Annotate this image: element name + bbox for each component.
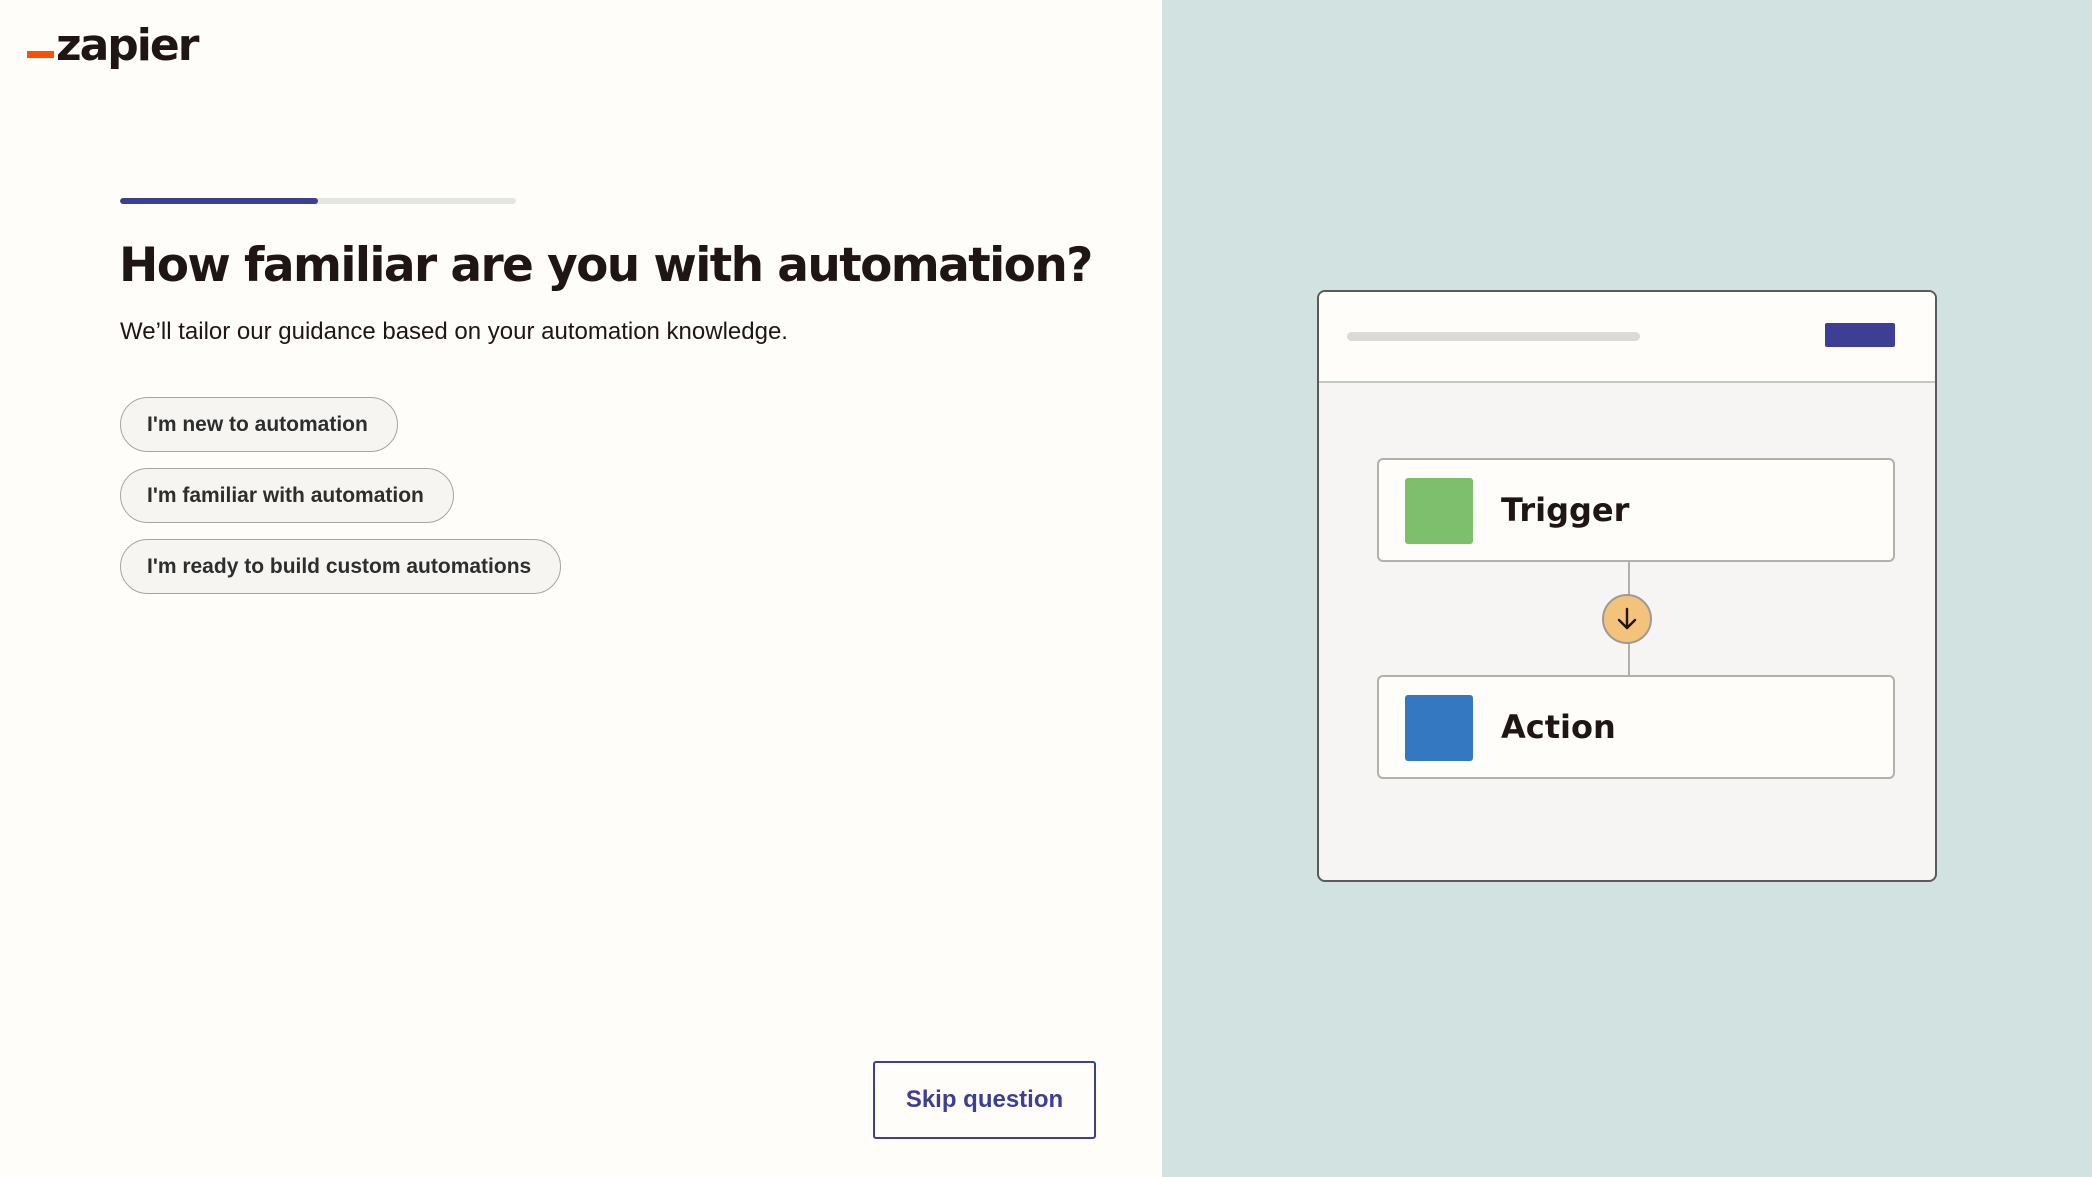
- option-new-to-automation[interactable]: I'm new to automation: [120, 397, 398, 452]
- trigger-app-icon: [1405, 478, 1473, 544]
- trigger-label: Trigger: [1501, 491, 1630, 529]
- logo-underscore: [27, 51, 54, 58]
- logo-text: zapier: [56, 20, 199, 71]
- progress-bar: [120, 198, 516, 204]
- workflow-illustration-card: Trigger Action: [1317, 290, 1937, 882]
- action-step: Action: [1377, 675, 1895, 779]
- page-subtitle: We’ll tailor our guidance based on your …: [120, 318, 788, 345]
- arrow-down-icon: [1602, 594, 1652, 644]
- onboarding-panel: zapier How familiar are you with automat…: [0, 0, 1162, 1177]
- action-app-icon: [1405, 695, 1473, 761]
- trigger-step: Trigger: [1377, 458, 1895, 562]
- card-header: [1319, 292, 1935, 383]
- zapier-logo[interactable]: zapier: [27, 18, 199, 71]
- option-ready-to-build-custom[interactable]: I'm ready to build custom automations: [120, 539, 561, 594]
- progress-fill: [120, 198, 318, 204]
- action-label: Action: [1501, 708, 1616, 746]
- page-title: How familiar are you with automation?: [119, 238, 1093, 293]
- option-familiar-with-automation[interactable]: I'm familiar with automation: [120, 468, 454, 523]
- card-header-placeholder-line: [1347, 332, 1640, 341]
- card-header-placeholder-button: [1825, 323, 1895, 347]
- skip-question-button[interactable]: Skip question: [873, 1061, 1096, 1139]
